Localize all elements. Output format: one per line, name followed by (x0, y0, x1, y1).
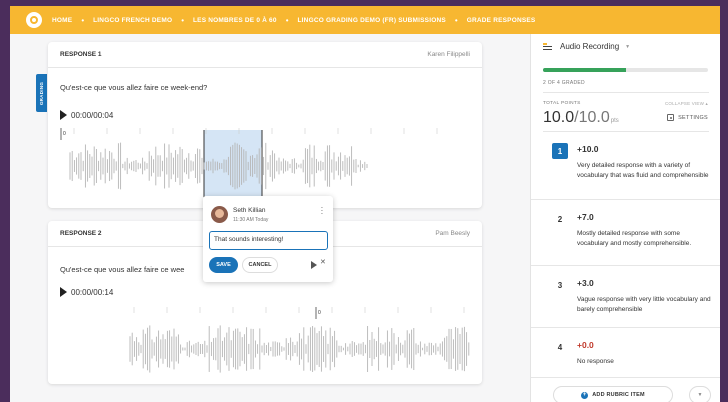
rubric-points: +10.0 (577, 144, 599, 154)
rubric-item-1[interactable]: 1 +10.0 Very detailed response with a va… (531, 132, 720, 200)
breadcrumb-separator-icon: • (454, 15, 458, 25)
app-frame: HOME • LINGCO FRENCH DEMO • LES NOMBRES … (10, 6, 720, 402)
audio-time: 00:00/00:14 (71, 287, 114, 297)
graded-count: 2 OF 4 GRADED (543, 80, 585, 86)
breadcrumb-separator-icon: • (181, 15, 185, 25)
play-icon[interactable] (60, 287, 67, 297)
rubric-number: 3 (557, 280, 563, 290)
cancel-button[interactable]: CANCEL (242, 257, 278, 273)
responses-panel: GRADING RESPONSE 1 Karen Filippelli Qu'e… (10, 34, 530, 402)
divider (543, 92, 709, 93)
playhead-label: 0 (63, 131, 66, 137)
rubric-points: +3.0 (577, 278, 594, 288)
rubric-points: +7.0 (577, 212, 594, 222)
response-title: RESPONSE 1 (60, 51, 102, 58)
grading-sidebar: Audio Recording ▼ 2 OF 4 GRADED TOTAL PO… (530, 34, 720, 402)
mode-selector[interactable]: Audio Recording ▼ (543, 42, 630, 51)
settings-button[interactable]: SETTINGS (667, 114, 708, 121)
rubric-item-4[interactable]: 4 +0.0 No response (531, 328, 720, 378)
total-points-label: TOTAL POINTS (543, 101, 581, 106)
comment-popup: Seth Killian 11:30 AM Today · · · That sou… (203, 196, 333, 282)
rubric-description: Mostly detailed response with some vocab… (577, 230, 692, 247)
response-card-1: RESPONSE 1 Karen Filippelli Qu'est-ce qu… (48, 42, 482, 208)
rubric-number: 4 (557, 342, 563, 352)
audio-player: 00:00/00:14 (60, 287, 113, 297)
breadcrumb-course[interactable]: LINGCO FRENCH DEMO (93, 17, 172, 24)
top-nav-bar: HOME • LINGCO FRENCH DEMO • LES NOMBRES … (10, 6, 720, 34)
audio-time: 00:00/00:04 (71, 110, 114, 120)
home-logo-icon[interactable] (26, 12, 42, 28)
rubric-description: No response (577, 358, 614, 365)
chevron-down-icon[interactable]: ▼ (689, 386, 711, 402)
grading-progress-bar (543, 68, 708, 72)
rubric-number: 1 (552, 143, 568, 159)
response-prompt: Qu'est-ce que vous allez faire ce wee (60, 265, 185, 274)
plus-icon: + (581, 391, 589, 399)
audio-player: 00:00/00:04 (60, 110, 113, 120)
student-name: Karen Filippelli (427, 51, 470, 58)
audio-waveform[interactable]: 0 (58, 299, 472, 381)
settings-icon (667, 114, 675, 121)
playhead-label: 0 (318, 310, 321, 316)
breadcrumb-separator-icon: • (81, 15, 85, 25)
mode-label: Audio Recording (560, 42, 620, 52)
rubric-number: 2 (557, 214, 563, 224)
rubric-item-3[interactable]: 3 +3.0 Vague response with very little v… (531, 266, 720, 328)
response-title: RESPONSE 2 (60, 230, 102, 237)
comment-time: 11:30 AM Today (233, 217, 269, 223)
comment-input[interactable]: That sounds interesting! (209, 231, 328, 250)
breadcrumb-submissions[interactable]: LINGCO GRADING DEMO (FR) SUBMISSIONS (298, 17, 446, 24)
chevron-down-icon: ▼ (625, 43, 631, 50)
breadcrumb-home[interactable]: HOME (52, 17, 72, 24)
rubric-description: Vague response with very little vocabula… (577, 296, 711, 313)
grading-tab[interactable]: GRADING (36, 74, 47, 112)
rubric-item-2[interactable]: 2 +7.0 Mostly detailed response with som… (531, 200, 720, 266)
add-rubric-item-button[interactable]: + ADD RUBRIC ITEM (553, 386, 673, 402)
avatar (211, 206, 228, 223)
close-icon[interactable]: ✕ (320, 258, 326, 266)
rubric-description: Very detailed response with a variety of… (577, 162, 709, 179)
play-icon[interactable] (60, 110, 67, 120)
collapse-view-link[interactable]: COLLAPSE VIEW ▴ (665, 101, 708, 107)
response-prompt: Qu'est-ce que vous allez faire ce week-e… (60, 83, 208, 92)
breadcrumb-grade-responses[interactable]: GRADE RESPONSES (467, 17, 536, 24)
rubric-points: +0.0 (577, 340, 594, 350)
student-name: Pam Beesly (435, 230, 470, 237)
breadcrumb-separator-icon: • (285, 15, 289, 25)
breadcrumb-lesson[interactable]: LES NOMBRES DE 0 À 60 (193, 17, 277, 24)
response-header: RESPONSE 1 Karen Filippelli (48, 42, 482, 68)
total-points-value: 10.0/10.0pts (543, 109, 619, 126)
comment-author: Seth Killian (233, 207, 266, 214)
more-options-icon[interactable]: · · · (320, 204, 324, 218)
list-icon (543, 42, 552, 51)
play-icon[interactable] (311, 261, 317, 269)
save-button[interactable]: SAVE (209, 257, 238, 273)
